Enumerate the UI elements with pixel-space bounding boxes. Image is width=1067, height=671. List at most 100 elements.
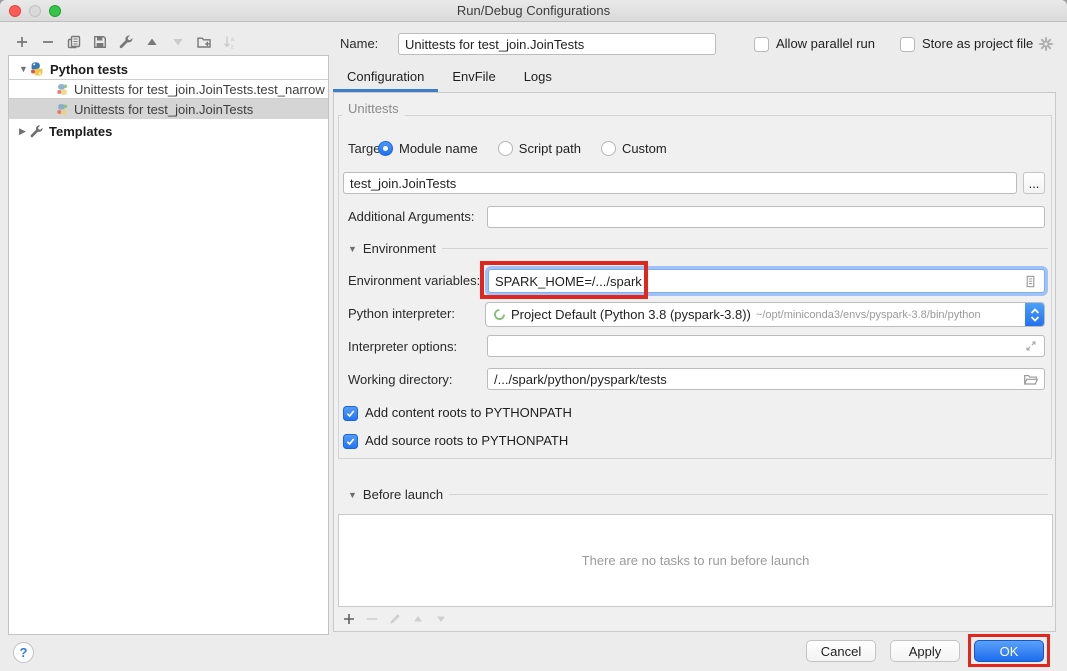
check-icon [345, 436, 356, 447]
tree-item-label: Unittests for test_join.JoinTests.test_n… [74, 82, 325, 97]
environment-section-title: Environment [363, 241, 436, 256]
chevron-down-icon[interactable]: ▼ [348, 244, 357, 254]
radio-script-path[interactable] [498, 141, 513, 156]
python-interpreter-value: Project Default (Python 3.8 (pyspark-3.8… [511, 307, 751, 322]
python-test-icon [56, 103, 69, 116]
gear-icon[interactable] [1038, 36, 1054, 52]
add-icon[interactable] [14, 34, 30, 50]
chevron-right-icon[interactable]: ▶ [19, 126, 29, 137]
wrench-icon [29, 124, 44, 139]
title-bar[interactable]: Run/Debug Configurations [0, 0, 1067, 22]
allow-parallel-run-label: Allow parallel run [776, 36, 875, 52]
tab-logs[interactable]: Logs [510, 63, 566, 92]
edit-task-pencil-icon [387, 611, 403, 627]
save-icon[interactable] [92, 34, 108, 50]
additional-arguments-label: Additional Arguments: [348, 206, 474, 228]
working-directory-label: Working directory: [348, 369, 453, 391]
before-launch-toolbar [341, 611, 449, 627]
move-down-icon [170, 34, 186, 50]
help-button[interactable]: ? [13, 642, 34, 663]
python-interpreter-path: ~/opt/miniconda3/envs/pyspark-3.8/bin/py… [756, 309, 1025, 321]
tab-label: EnvFile [452, 69, 495, 84]
radio-script-path-label: Script path [519, 141, 581, 156]
remove-task-icon [364, 611, 380, 627]
configuration-panel: Unittests Target: Module name Script pat… [333, 92, 1056, 632]
folder-icon[interactable] [1023, 372, 1038, 387]
radio-module-name-label: Module name [399, 141, 478, 156]
chevron-down-icon[interactable]: ▼ [348, 490, 357, 500]
add-content-roots-label: Add content roots to PYTHONPATH [365, 405, 572, 421]
environment-variables-label: Environment variables: [348, 270, 480, 292]
chevron-down-icon[interactable]: ▼ [19, 64, 29, 74]
configurations-toolbar: az [8, 31, 238, 53]
edit-templates-wrench-icon[interactable] [118, 34, 134, 50]
expand-field-icon[interactable] [1024, 339, 1038, 353]
tree-item-label: Python tests [50, 62, 128, 77]
tree-item-label: Unittests for test_join.JoinTests [74, 102, 253, 117]
radio-custom[interactable] [601, 141, 616, 156]
interpreter-options-label: Interpreter options: [348, 336, 457, 358]
remove-icon[interactable] [40, 34, 56, 50]
python-icon [29, 61, 45, 77]
check-icon [345, 408, 356, 419]
before-launch-tasks-list[interactable]: There are no tasks to run before launch [338, 514, 1053, 607]
environment-section-header[interactable]: ▼ Environment [348, 241, 1048, 256]
ok-button[interactable]: OK [974, 640, 1044, 662]
allow-parallel-run-checkbox[interactable] [754, 37, 769, 52]
tab-envfile[interactable]: EnvFile [438, 63, 509, 92]
radio-module-name[interactable] [378, 141, 393, 156]
copy-icon[interactable] [66, 34, 82, 50]
task-down-icon [433, 611, 449, 627]
configurations-tree: ▼ Python tests ▼ Unittests for test_join… [8, 55, 329, 635]
browse-variables-icon[interactable] [1023, 274, 1038, 289]
tree-item-templates[interactable]: ▶ Templates [9, 121, 328, 141]
add-content-roots-checkbox[interactable] [343, 406, 358, 421]
before-launch-title: Before launch [363, 487, 443, 502]
environment-variables-value: SPARK_HOME=/.../spark [495, 274, 642, 289]
browse-button[interactable]: ... [1023, 172, 1045, 194]
run-debug-configurations-dialog: Run/Debug Configurations az ▼ Python tes… [0, 0, 1067, 671]
cancel-button[interactable]: Cancel [806, 640, 876, 662]
section-rule [449, 494, 1048, 495]
store-as-project-file-checkbox[interactable] [900, 37, 915, 52]
working-directory-value: /.../spark/python/pyspark/tests [494, 372, 667, 387]
store-as-project-file-label: Store as project file [922, 36, 1033, 52]
python-interpreter-label: Python interpreter: [348, 303, 455, 325]
tab-label: Configuration [347, 69, 424, 84]
new-folder-icon[interactable] [196, 34, 212, 50]
name-input[interactable] [398, 33, 716, 55]
add-source-roots-checkbox[interactable] [343, 434, 358, 449]
radio-custom-label: Custom [622, 141, 667, 156]
python-interpreter-select[interactable]: Project Default (Python 3.8 (pyspark-3.8… [485, 302, 1045, 327]
before-launch-section-header[interactable]: ▼ Before launch [348, 487, 1048, 502]
svg-text:a: a [231, 36, 235, 43]
help-label: ? [20, 645, 28, 660]
environment-variables-input[interactable]: SPARK_HOME=/.../spark [488, 269, 1045, 293]
svg-text:z: z [231, 44, 234, 51]
apply-button[interactable]: Apply [890, 640, 960, 662]
move-up-icon[interactable] [144, 34, 160, 50]
tree-item-label: Templates [49, 124, 112, 139]
name-label: Name: [340, 33, 378, 55]
python-test-icon [56, 83, 69, 96]
task-up-icon [410, 611, 426, 627]
sort-alphabetically-icon: az [222, 34, 238, 50]
window-title: Run/Debug Configurations [0, 3, 1067, 18]
module-name-input[interactable] [343, 172, 1017, 194]
add-source-roots-label: Add source roots to PYTHONPATH [365, 433, 568, 449]
no-tasks-text: There are no tasks to run before launch [582, 553, 810, 568]
tree-item-unittests-jointests-selected[interactable]: ▼ Unittests for test_join.JoinTests [9, 99, 328, 119]
tab-configuration[interactable]: Configuration [333, 63, 438, 92]
unittests-group-title: Unittests [342, 101, 405, 116]
chevron-up-down-icon[interactable] [1025, 303, 1044, 326]
tree-item-python-tests[interactable]: ▼ Python tests [9, 59, 328, 79]
tab-label: Logs [524, 69, 552, 84]
interpreter-options-input[interactable] [487, 335, 1045, 357]
interpreter-env-icon [493, 308, 506, 321]
add-task-icon[interactable] [341, 611, 357, 627]
target-radio-group: Module name Script path Custom [378, 141, 667, 156]
tree-item-unittests-test-narrow[interactable]: ▼ Unittests for test_join.JoinTests.test… [9, 79, 328, 99]
working-directory-input[interactable]: /.../spark/python/pyspark/tests [487, 368, 1045, 390]
additional-arguments-input[interactable] [487, 206, 1045, 228]
section-rule [442, 248, 1048, 249]
